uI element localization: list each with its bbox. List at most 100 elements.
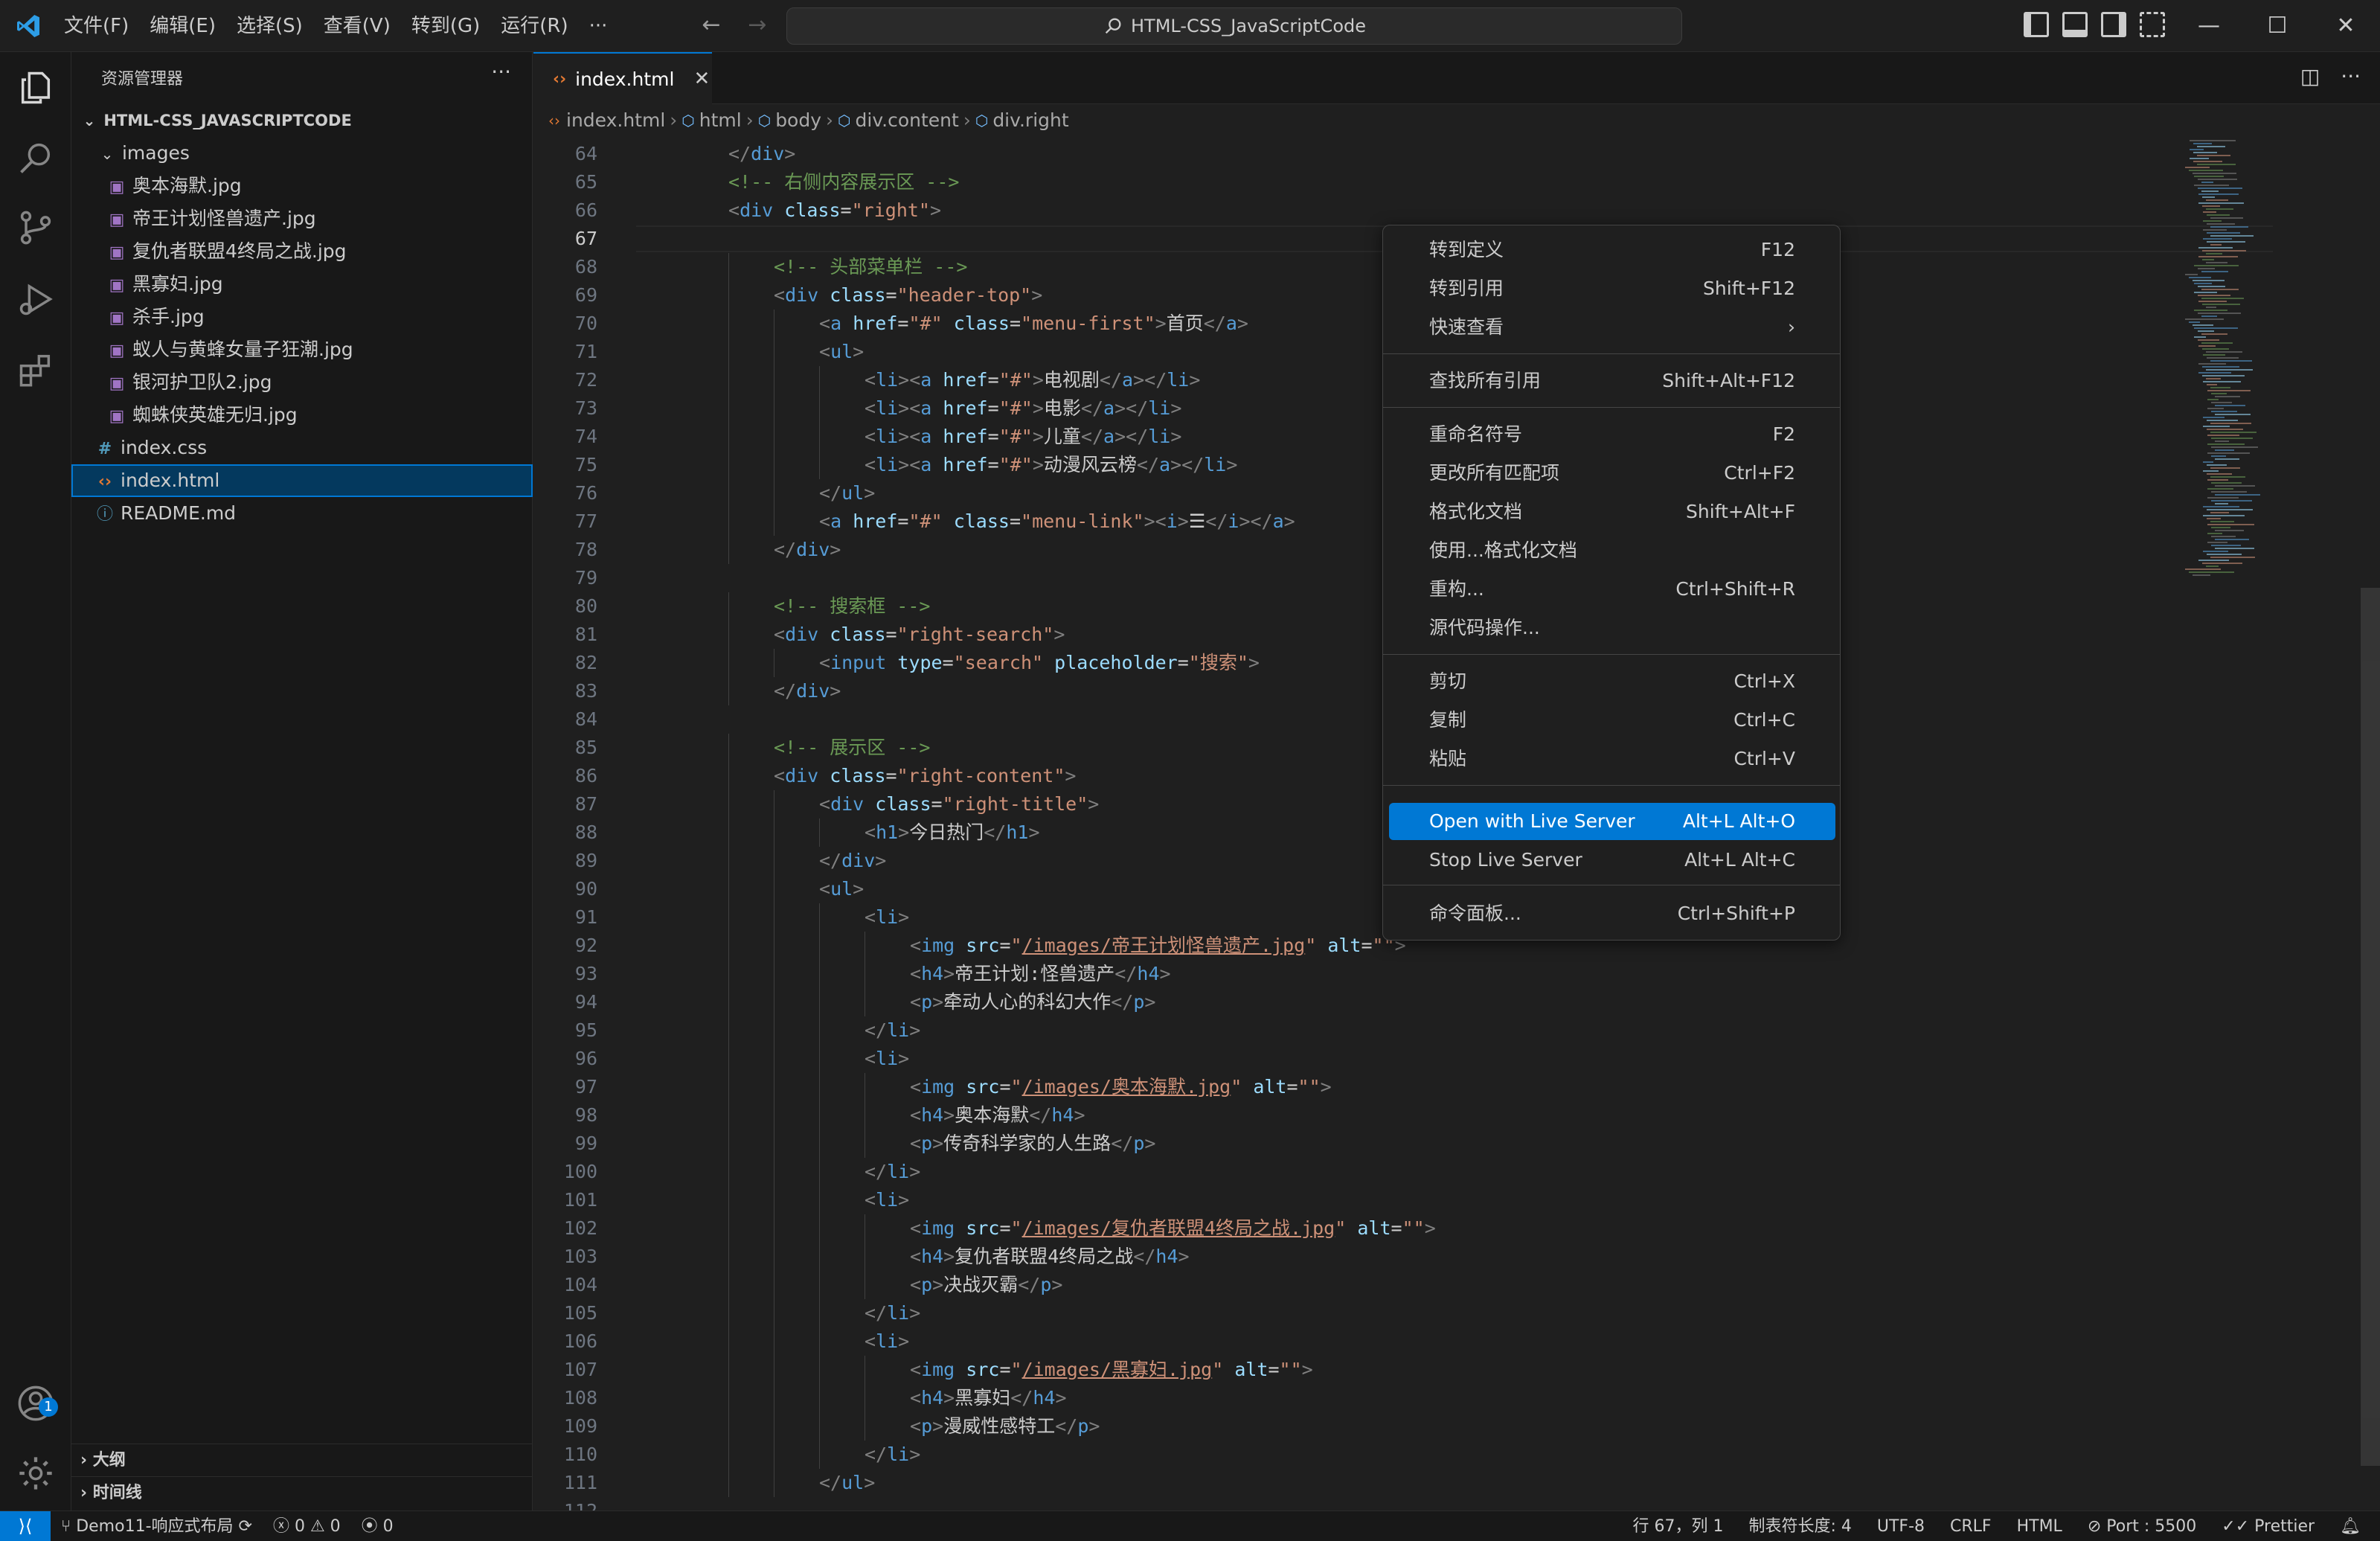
toggle-primary-sidebar-icon[interactable] xyxy=(2024,12,2049,37)
menu-command-palette[interactable]: 命令面板... Ctrl+Shift+P xyxy=(1389,895,1835,932)
notifications-bell-icon[interactable]: 🔔︎ xyxy=(2340,1511,2361,1541)
menu-paste[interactable]: 粘贴 Ctrl+V xyxy=(1389,740,1835,778)
code-line[interactable]: 110 </li> xyxy=(533,1441,2274,1469)
encoding[interactable]: UTF-8 xyxy=(1877,1511,1925,1541)
workspace-root[interactable]: ⌄ HTML-CSS_JAVASCRIPTCODE xyxy=(71,104,533,137)
code-line[interactable]: 108 <h4>黑寡妇</h4> xyxy=(533,1384,2274,1412)
menu-edit[interactable]: 编辑(E) xyxy=(139,9,226,43)
code-line[interactable]: 64 </div> xyxy=(533,140,2274,168)
menu-format-document-with[interactable]: 使用...格式化文档 xyxy=(1389,532,1835,569)
file-item[interactable]: ▣ 奥本海默.jpg xyxy=(71,170,533,202)
close-tab-icon[interactable]: ✕ xyxy=(693,68,710,90)
menu-selection[interactable]: 选择(S) xyxy=(226,9,313,43)
indentation[interactable]: 制表符长度: 4 xyxy=(1748,1511,1851,1541)
code-line[interactable]: 107 <img src="/images/黑寡妇.jpg" alt=""> xyxy=(533,1356,2274,1384)
code-line[interactable]: 99 <p>传奇科学家的人生路</p> xyxy=(533,1130,2274,1158)
code-line[interactable]: 104 <p>决战灭霸</p> xyxy=(533,1271,2274,1299)
code-line[interactable]: 96 <li> xyxy=(533,1045,2274,1073)
file-item[interactable]: ▣ 银河护卫队2.jpg xyxy=(71,366,533,399)
explorer-icon[interactable] xyxy=(16,68,55,107)
breadcrumb-item[interactable]: div.right xyxy=(992,104,1068,137)
code-line[interactable]: 93 <h4>帝王计划:怪兽遗产</h4> xyxy=(533,960,2274,988)
code-line[interactable]: 103 <h4>复仇者联盟4终局之战</h4> xyxy=(533,1243,2274,1271)
menu-run[interactable]: 运行(R) xyxy=(490,9,578,43)
menu-open-with-live-server[interactable]: Open with Live Server Alt+L Alt+O xyxy=(1389,803,1835,840)
breadcrumb-item[interactable]: html xyxy=(699,104,742,137)
minimize-icon[interactable]: — xyxy=(2175,0,2243,52)
menu-change-all-occurrences[interactable]: 更改所有匹配项 Ctrl+F2 xyxy=(1389,455,1835,492)
customize-layout-icon[interactable] xyxy=(2140,12,2165,37)
menu-view[interactable]: 查看(V) xyxy=(313,9,401,43)
menu-rename-symbol[interactable]: 重命名符号 F2 xyxy=(1389,416,1835,453)
menu-cut[interactable]: 剪切 Ctrl+X xyxy=(1389,663,1835,700)
menu-copy[interactable]: 复制 Ctrl+C xyxy=(1389,702,1835,739)
forward-arrow-icon[interactable]: → xyxy=(744,10,771,40)
code-line[interactable]: 94 <p>牵动人心的科幻大作</p> xyxy=(533,988,2274,1016)
folder-images[interactable]: ⌄ images xyxy=(71,137,533,170)
file-item[interactable]: ▣ 蜘蛛侠英雄无归.jpg xyxy=(71,399,533,432)
file-item-css[interactable]: # index.css xyxy=(71,432,533,464)
file-item-html[interactable]: ‹› index.html xyxy=(71,464,533,497)
code-line[interactable]: 105 </li> xyxy=(533,1299,2274,1327)
live-server-status[interactable]: ⊘ Port : 5500 xyxy=(2088,1511,2196,1541)
maximize-icon[interactable]: ☐ xyxy=(2243,0,2312,52)
menu-go[interactable]: 转到(G) xyxy=(401,9,490,43)
menu-find-all-references[interactable]: 查找所有引用 Shift+Alt+F12 xyxy=(1389,362,1835,400)
remote-indicator-icon[interactable]: ⟩⟨ xyxy=(0,1511,51,1541)
code-line[interactable]: 100 </li> xyxy=(533,1158,2274,1186)
ports-status[interactable]: ⦿ 0 xyxy=(362,1511,394,1541)
tab-index-html[interactable]: ‹› index.html ✕ xyxy=(533,52,712,104)
prettier-status[interactable]: ✓✓ Prettier xyxy=(2222,1511,2315,1541)
code-line[interactable]: 109 <p>漫威性感特工</p> xyxy=(533,1412,2274,1441)
language-mode[interactable]: HTML xyxy=(2017,1511,2062,1541)
command-center[interactable]: HTML-CSS_JavaScriptCode xyxy=(786,7,1682,45)
timeline-section[interactable]: › 时间线 xyxy=(71,1476,533,1509)
branch-status[interactable]: ⑂ Demo11-响应式布局 ⟳ xyxy=(61,1511,252,1541)
code-line[interactable]: 98 <h4>奥本海默</h4> xyxy=(533,1101,2274,1130)
code-line[interactable]: 65 <!-- 右侧内容展示区 --> xyxy=(533,168,2274,196)
code-line[interactable]: 106 <li> xyxy=(533,1327,2274,1356)
run-debug-icon[interactable] xyxy=(16,280,55,318)
menu-more[interactable]: ··· xyxy=(579,9,618,43)
menu-go-to-references[interactable]: 转到引用 Shift+F12 xyxy=(1389,270,1835,307)
split-editor-icon[interactable]: ◫ xyxy=(2300,64,2320,89)
minimap[interactable] xyxy=(2182,137,2286,658)
file-item[interactable]: ▣ 蚁人与黄蜂女量子狂潮.jpg xyxy=(71,333,533,366)
file-item[interactable]: ▣ 杀手.jpg xyxy=(71,301,533,333)
problems-status[interactable]: ⓧ 0 ⚠ 0 xyxy=(273,1511,341,1541)
breadcrumb-item[interactable]: index.html xyxy=(566,104,665,137)
source-control-icon[interactable] xyxy=(16,208,55,247)
menu-stop-live-server[interactable]: Stop Live Server Alt+L Alt+C xyxy=(1389,842,1835,879)
code-line[interactable]: 102 <img src="/images/复仇者联盟4终局之战.jpg" alt… xyxy=(533,1214,2274,1243)
vertical-scrollbar[interactable] xyxy=(2361,588,2380,1466)
toggle-secondary-sidebar-icon[interactable] xyxy=(2101,12,2126,37)
menu-peek[interactable]: 快速查看 › xyxy=(1389,309,1835,346)
cursor-position[interactable]: 行 67，列 1 xyxy=(1633,1511,1724,1541)
code-line[interactable]: 111 </ul> xyxy=(533,1469,2274,1497)
settings-gear-icon[interactable] xyxy=(16,1454,55,1493)
explorer-more-icon[interactable]: ··· xyxy=(491,60,511,84)
outline-section[interactable]: › 大纲 xyxy=(71,1444,533,1476)
menu-file[interactable]: 文件(F) xyxy=(54,9,139,43)
code-line[interactable]: 97 <img src="/images/奥本海默.jpg" alt=""> xyxy=(533,1073,2274,1101)
code-line[interactable]: 101 <li> xyxy=(533,1186,2274,1214)
end-of-line[interactable]: CRLF xyxy=(1950,1511,1992,1541)
back-arrow-icon[interactable]: ← xyxy=(698,10,725,40)
breadcrumb-item[interactable]: body xyxy=(775,104,821,137)
more-actions-icon[interactable]: ··· xyxy=(2341,64,2361,89)
file-item[interactable]: ▣ 帝王计划怪兽遗产.jpg xyxy=(71,202,533,235)
file-item-readme[interactable]: ⓘ README.md xyxy=(71,497,533,530)
close-window-icon[interactable]: ✕ xyxy=(2312,0,2380,52)
menu-format-document[interactable]: 格式化文档 Shift+Alt+F xyxy=(1389,493,1835,531)
toggle-panel-icon[interactable] xyxy=(2062,12,2088,37)
menu-source-action[interactable]: 源代码操作... xyxy=(1389,609,1835,647)
menu-refactor[interactable]: 重构... Ctrl+Shift+R xyxy=(1389,571,1835,608)
code-line[interactable]: 112 xyxy=(533,1497,2274,1510)
search-icon[interactable] xyxy=(16,138,55,177)
file-item[interactable]: ▣ 黑寡妇.jpg xyxy=(71,268,533,301)
code-line[interactable]: 95 </li> xyxy=(533,1016,2274,1045)
breadcrumb-item[interactable]: div.content xyxy=(856,104,959,137)
menu-go-to-definition[interactable]: 转到定义 F12 xyxy=(1389,231,1835,269)
file-item[interactable]: ▣ 复仇者联盟4终局之战.jpg xyxy=(71,235,533,268)
extensions-icon[interactable] xyxy=(16,350,55,388)
